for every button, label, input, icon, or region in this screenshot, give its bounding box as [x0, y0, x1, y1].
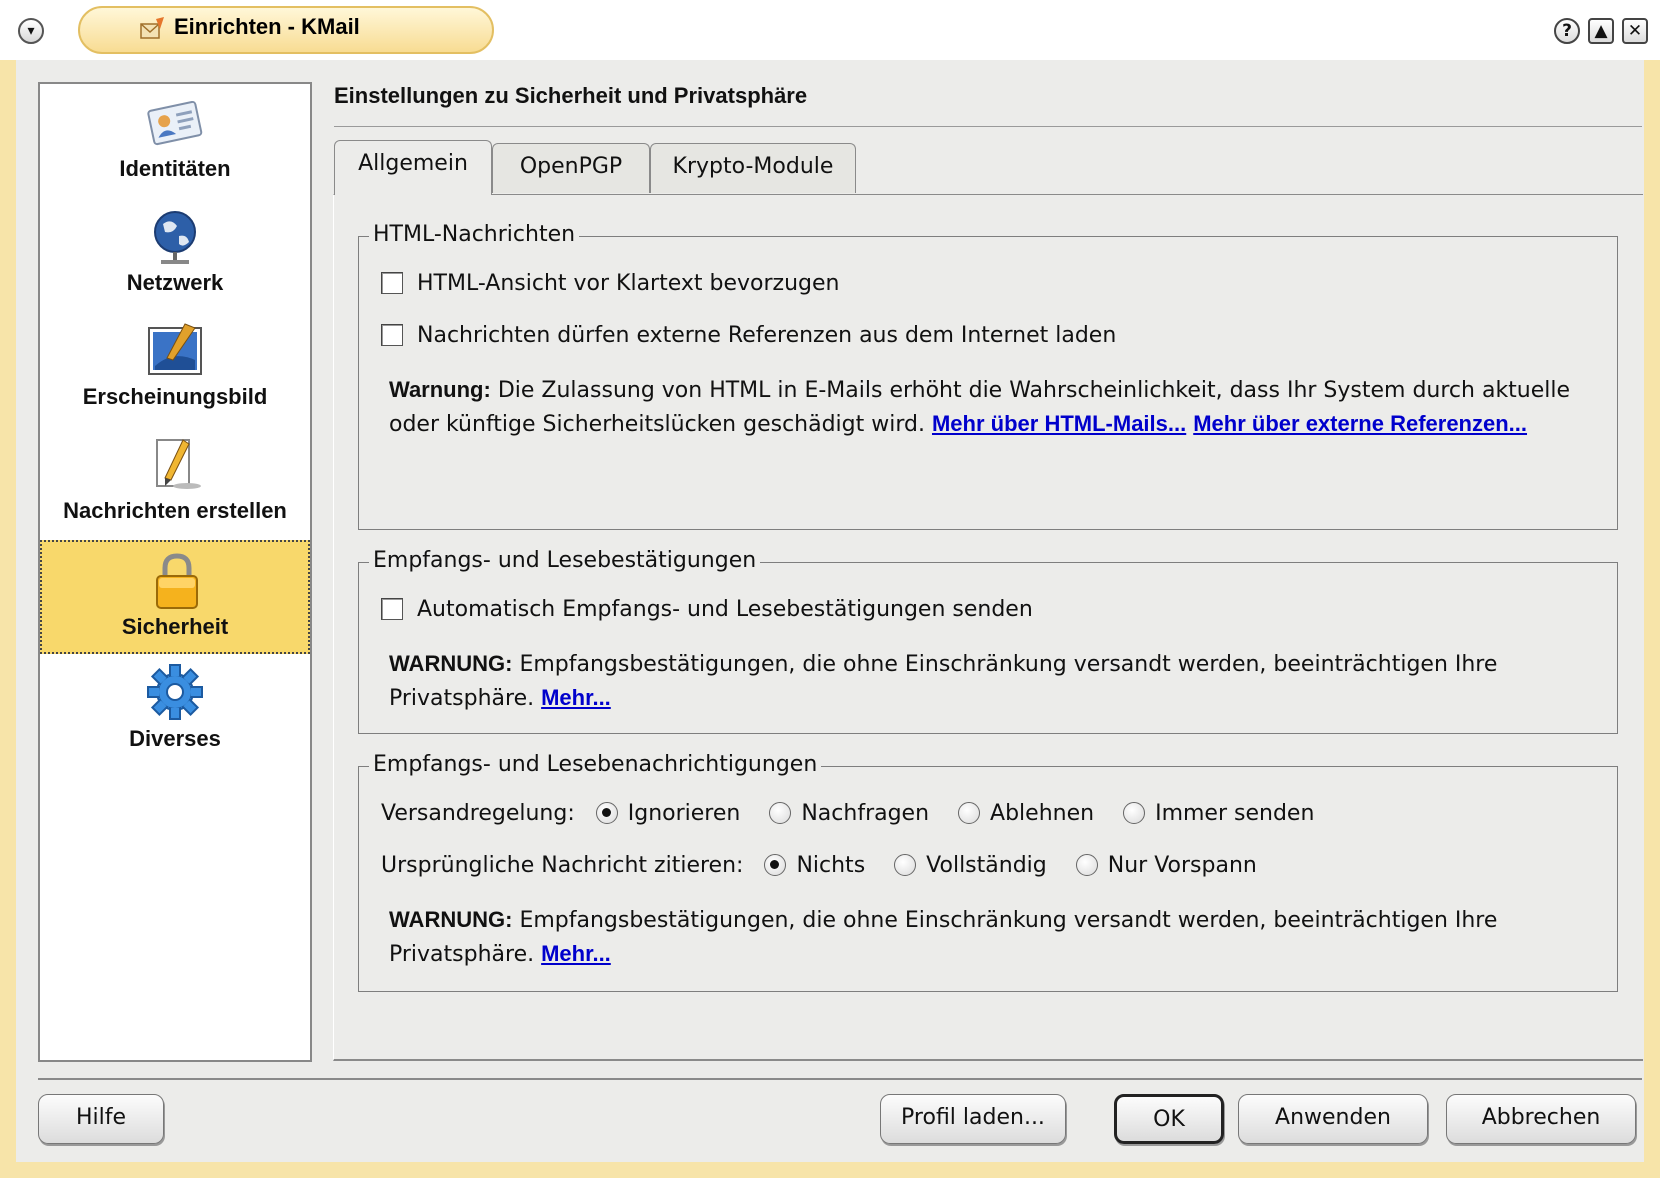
receipts-group: Empfangs- und Lesebestätigungen Automati… — [358, 548, 1618, 734]
compose-pencil-icon — [156, 439, 201, 489]
sidebar-item-identities[interactable]: Identitäten — [40, 84, 310, 198]
padlock-icon — [156, 553, 198, 609]
policy-option-label: Ablehnen — [990, 801, 1095, 826]
sidebar-item-misc[interactable]: Diverses — [40, 654, 310, 768]
policy-option-label: Immer senden — [1155, 801, 1315, 826]
policy-option-ignore[interactable]: Ignorieren — [595, 801, 741, 826]
prefer-html-label: HTML-Ansicht vor Klartext bevorzugen — [417, 271, 840, 296]
kmail-app-icon — [140, 17, 164, 39]
policy-radio-deny[interactable] — [958, 802, 981, 824]
more-link[interactable]: Mehr... — [541, 685, 611, 710]
tab-openpgp[interactable]: OpenPGP — [492, 143, 650, 193]
quote-option-header[interactable]: Nur Vorspann — [1075, 853, 1257, 878]
warning-text-2: Privatsphäre. — [389, 686, 535, 711]
sidebar-item-label: Diverses — [129, 726, 221, 751]
quote-radio-full[interactable] — [894, 854, 917, 876]
sidebar-item-compose[interactable]: Nachrichten erstellen — [40, 426, 310, 540]
policy-radio-ignore[interactable] — [595, 802, 618, 824]
policy-option-deny[interactable]: Ablehnen — [958, 801, 1094, 826]
tab-allgemein[interactable]: Allgemein — [334, 140, 492, 195]
notifications-warning: WARNUNG: Empfangsbestätigungen, die ohne… — [389, 903, 1609, 971]
appearance-brush-icon — [148, 323, 202, 375]
shade-titlebar-button[interactable]: ▲ — [1588, 18, 1614, 44]
quote-option-label: Nichts — [796, 853, 866, 878]
quote-option-full[interactable]: Vollständig — [894, 853, 1047, 878]
policy-option-always[interactable]: Immer senden — [1123, 801, 1314, 826]
close-titlebar-button[interactable]: ✕ — [1622, 18, 1648, 44]
sidebar-item-network[interactable]: Netzwerk — [40, 198, 310, 312]
window-menu-button[interactable]: ▾ — [18, 18, 44, 44]
quote-option-nothing[interactable]: Nichts — [764, 853, 865, 878]
warning-text-2: Privatsphäre. — [389, 942, 535, 967]
sidebar-item-label: Identitäten — [119, 156, 231, 181]
apply-button[interactable]: Anwenden — [1238, 1094, 1428, 1144]
gear-icon — [147, 664, 203, 720]
group-title: Empfangs- und Lesebestätigungen — [369, 548, 761, 573]
policy-radio-always[interactable] — [1123, 802, 1146, 824]
external-refs-label: Nachrichten dürfen externe Referenzen au… — [417, 323, 1117, 348]
sidebar-item-security[interactable]: Sicherheit — [40, 540, 310, 654]
page-title: Einstellungen zu Sicherheit und Privatsp… — [334, 83, 808, 108]
prefer-html-option[interactable]: HTML-Ansicht vor Klartext bevorzugen — [381, 271, 839, 296]
more-link[interactable]: Mehr... — [541, 941, 611, 966]
notifications-group: Empfangs- und Lesebenachrichtigungen Ver… — [358, 752, 1618, 992]
ok-button[interactable]: OK — [1114, 1094, 1224, 1144]
warning-label: WARNUNG: — [389, 651, 513, 676]
globe-network-icon — [154, 211, 196, 264]
sidebar-item-appearance[interactable]: Erscheinungsbild — [40, 312, 310, 426]
cancel-button[interactable]: Abbrechen — [1446, 1094, 1636, 1144]
help-button[interactable]: Hilfe — [38, 1094, 164, 1144]
quote-option-label: Vollständig — [926, 853, 1047, 878]
title-divider — [334, 126, 1642, 127]
warning-text-2: oder künftige Sicherheitslücken geschädi… — [389, 412, 925, 437]
sidebar-item-label: Nachrichten erstellen — [63, 498, 287, 523]
receipts-warning: WARNUNG: Empfangsbestätigungen, die ohne… — [389, 647, 1609, 715]
html-messages-group: HTML-Nachrichten HTML-Ansicht vor Klarte… — [358, 222, 1618, 530]
warning-label: WARNUNG: — [389, 907, 513, 932]
policy-option-label: Ignorieren — [627, 801, 741, 826]
external-refs-option[interactable]: Nachrichten dürfen externe Referenzen au… — [381, 323, 1116, 348]
identity-card-icon — [147, 100, 203, 146]
prefer-html-checkbox[interactable] — [381, 272, 403, 294]
warning-text: Empfangsbestätigungen, die ohne Einschrä… — [519, 652, 1498, 677]
sidebar-item-label: Netzwerk — [126, 270, 224, 295]
sidebar-item-label: Sicherheit — [121, 614, 229, 639]
external-refs-checkbox[interactable] — [381, 324, 403, 346]
warning-label: Warnung: — [389, 377, 491, 402]
auto-receipts-checkbox[interactable] — [381, 598, 403, 620]
quote-option-label: Nur Vorspann — [1107, 853, 1257, 878]
config-sidebar: Identitäten Netzwerk Erscheinungsbild Na… — [38, 82, 312, 1062]
policy-radio-ask[interactable] — [769, 802, 792, 824]
html-warning: Warnung: Die Zulassung von HTML in E-Mai… — [389, 373, 1609, 441]
warning-text: Die Zulassung von HTML in E-Mails erhöht… — [497, 378, 1571, 403]
quote-row: Ursprüngliche Nachricht zitieren: Nichts… — [381, 853, 1279, 878]
quote-label: Ursprüngliche Nachricht zitieren: — [381, 853, 744, 878]
auto-receipts-label: Automatisch Empfangs- und Lesebestätigun… — [417, 597, 1033, 622]
tab-krypto-module[interactable]: Krypto-Module — [650, 143, 856, 193]
warning-text: Empfangsbestätigungen, die ohne Einschrä… — [519, 908, 1498, 933]
more-external-refs-link[interactable]: Mehr über externe Referenzen... — [1193, 411, 1527, 436]
policy-row: Versandregelung: Ignorieren Nachfragen A… — [381, 801, 1336, 826]
load-profile-button[interactable]: Profil laden... — [880, 1094, 1066, 1144]
window-title: Einrichten - KMail — [174, 14, 360, 39]
quote-radio-header[interactable] — [1075, 854, 1098, 876]
policy-option-ask[interactable]: Nachfragen — [769, 801, 929, 826]
bottom-divider — [38, 1078, 1642, 1080]
group-title: HTML-Nachrichten — [369, 222, 580, 247]
auto-receipts-option[interactable]: Automatisch Empfangs- und Lesebestätigun… — [381, 597, 1033, 622]
quote-radio-nothing[interactable] — [764, 854, 787, 876]
policy-label: Versandregelung: — [381, 801, 575, 826]
help-titlebar-button[interactable]: ? — [1554, 18, 1580, 44]
policy-option-label: Nachfragen — [801, 801, 930, 826]
sidebar-item-label: Erscheinungsbild — [82, 384, 268, 409]
more-html-mails-link[interactable]: Mehr über HTML-Mails... — [932, 411, 1186, 436]
group-title: Empfangs- und Lesebenachrichtigungen — [369, 752, 822, 777]
